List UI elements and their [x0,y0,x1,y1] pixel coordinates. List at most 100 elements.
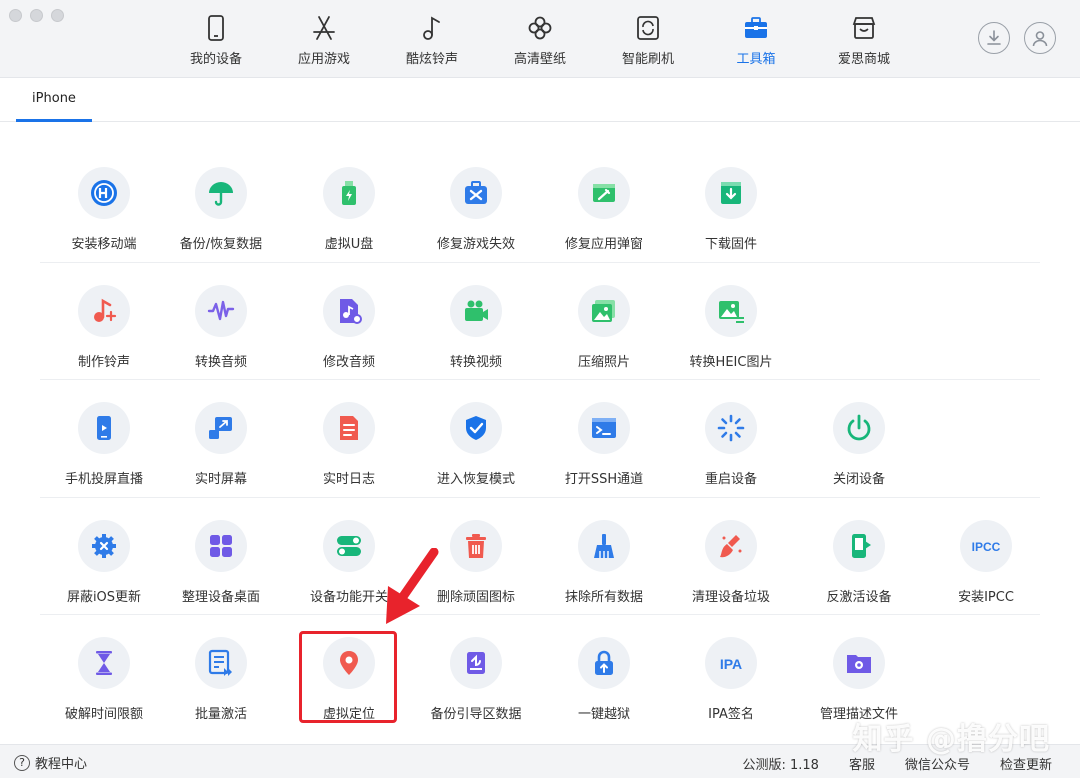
tool-realtime-screen[interactable]: 实时屏幕 [157,402,285,487]
tool-label: 重启设备 [704,472,757,487]
tool-virtual-udisk[interactable]: 虚拟U盘 [285,167,413,252]
nav-label: 我的设备 [189,52,242,67]
tool-make-ringtone[interactable]: 制作铃声 [40,284,168,370]
tool-realtime-log[interactable]: 实时日志 [285,402,413,487]
zoom-window-button[interactable] [51,9,64,22]
tool-convert-video[interactable]: 转换视频 [412,284,540,370]
nav-toolbox[interactable]: 工具箱 [702,0,810,78]
close-window-button[interactable] [9,9,22,22]
tool-crack-time-limit[interactable]: 破解时间限额 [40,637,168,722]
tool-label: 一键越狱 [577,707,630,722]
terminal-icon [592,418,616,438]
minimize-window-button[interactable] [30,9,43,22]
nav-ringtones[interactable]: 酷炫铃声 [378,0,486,78]
ipa-icon: IPA [720,656,742,672]
shield-check-icon [466,416,486,440]
tool-label: 安装移动端 [71,237,137,252]
tool-label: 屏蔽iOS更新 [66,589,142,605]
tutorial-center-label: 教程中心 [35,757,88,772]
tool-fix-game[interactable]: 修复游戏失效 [412,167,540,252]
refresh-box-icon [637,16,659,40]
highlight-box [299,631,397,723]
tool-backup-restore[interactable]: 备份/恢复数据 [157,167,285,252]
nav-apps-games[interactable]: 应用游戏 [270,0,378,78]
tool-label: 清理设备垃圾 [691,589,770,605]
tool-edit-audio[interactable]: 修改音频 [285,284,413,370]
tool-batch-activate[interactable]: 批量激活 [157,637,285,722]
nav-label: 高清壁纸 [513,52,566,67]
ipcc-icon: IPCC [972,540,1001,554]
deactivate-phone-icon [852,533,871,558]
photo-icon [592,299,615,322]
tool-convert-heic[interactable]: 转换HEIC图片 [667,284,795,370]
tool-open-ssh[interactable]: 打开SSH通道 [540,402,668,487]
window-controls [9,9,64,22]
tool-label: 破解时间限额 [64,707,143,722]
i4-logo-icon [91,180,117,206]
nav-label: 酷炫铃声 [405,52,458,67]
nav-wallpapers[interactable]: 高清壁纸 [486,0,594,78]
tool-ipa-sign[interactable]: IPA IPA签名 [667,637,795,722]
video-camera-icon [465,300,488,321]
music-note-icon [423,16,440,40]
tool-screen-cast[interactable]: 手机投屏直播 [40,402,168,487]
tool-one-click-jailbreak[interactable]: 一键越狱 [540,637,668,722]
tab-iphone[interactable]: iPhone [16,78,92,122]
store-icon [852,17,876,39]
download-firmware-icon [721,182,741,204]
audio-wave-icon [207,300,235,320]
main-nav: 我的设备 应用游戏 酷炫铃声 高清壁纸 智能刷机 工具箱 爱思商城 [162,0,918,78]
user-account-button[interactable] [1024,22,1056,54]
tool-install-mobile[interactable]: 安装移动端 [40,167,168,252]
tool-grid: 安装移动端 备份/恢复数据 虚拟U盘 修复游戏失效 修复应用弹窗 下载固件 制作… [40,145,1040,733]
tool-compress-photo[interactable]: 压缩照片 [540,284,668,370]
flower-icon [528,16,552,40]
heic-photo-icon [719,300,744,323]
tool-label: 打开SSH通道 [564,472,644,487]
download-icon [987,30,1001,45]
gear-block-icon [92,533,116,558]
user-icon [1032,31,1048,47]
tool-block-ios-update[interactable]: 屏蔽iOS更新 [40,519,168,605]
usb-drive-icon [342,181,356,205]
tool-label: 修复游戏失效 [436,237,515,252]
tool-label: 备份引导区数据 [430,707,522,722]
tool-label: 修复应用弹窗 [564,237,643,252]
tool-label: IPA签名 [708,707,754,722]
device-tab-bar: iPhone [0,78,1080,122]
tool-label: 安装IPCC [958,589,1014,605]
download-manager-button[interactable] [978,22,1010,54]
tool-organize-desktop[interactable]: 整理设备桌面 [157,519,285,605]
tool-label: 转换音频 [194,354,247,370]
realtime-screen-icon [209,417,232,439]
tool-download-firmware[interactable]: 下载固件 [667,167,795,252]
tool-label: 手机投屏直播 [64,472,143,487]
tool-erase-all-data[interactable]: 抹除所有数据 [540,519,668,605]
toggle-icon [337,535,361,556]
tool-row: 安装移动端 备份/恢复数据 虚拟U盘 修复游戏失效 修复应用弹窗 下载固件 [40,145,1040,263]
batch-activate-icon [208,649,232,676]
backup-boot-icon [467,652,485,674]
umbrella-icon [209,182,233,206]
tool-fix-app-popup[interactable]: 修复应用弹窗 [540,167,668,252]
svg-text:IPA: IPA [720,656,742,672]
unlock-icon [595,650,613,675]
nav-store[interactable]: 爱思商城 [810,0,918,78]
tool-label: 下载固件 [704,237,757,252]
nav-label: 智能刷机 [621,52,674,67]
tool-shutdown-device[interactable]: 关闭设备 [795,402,923,487]
tool-manage-profiles[interactable]: 管理描述文件 [795,637,923,722]
tool-convert-audio[interactable]: 转换音频 [157,284,285,370]
tutorial-center-link[interactable]: ? 教程中心 [14,753,87,772]
trash-icon [466,533,486,558]
broom-icon [594,533,614,558]
tool-install-ipcc[interactable]: IPCC 安装IPCC [922,519,1050,605]
tool-backup-boot-data[interactable]: 备份引导区数据 [412,637,540,722]
tool-deactivate-device[interactable]: 反激活设备 [795,519,923,605]
tool-recovery-mode[interactable]: 进入恢复模式 [412,402,540,487]
nav-my-device[interactable]: 我的设备 [162,0,270,78]
nav-smart-flash[interactable]: 智能刷机 [594,0,702,78]
tool-clean-junk[interactable]: 清理设备垃圾 [667,519,795,605]
power-icon [847,414,871,441]
tool-restart-device[interactable]: 重启设备 [667,402,795,487]
